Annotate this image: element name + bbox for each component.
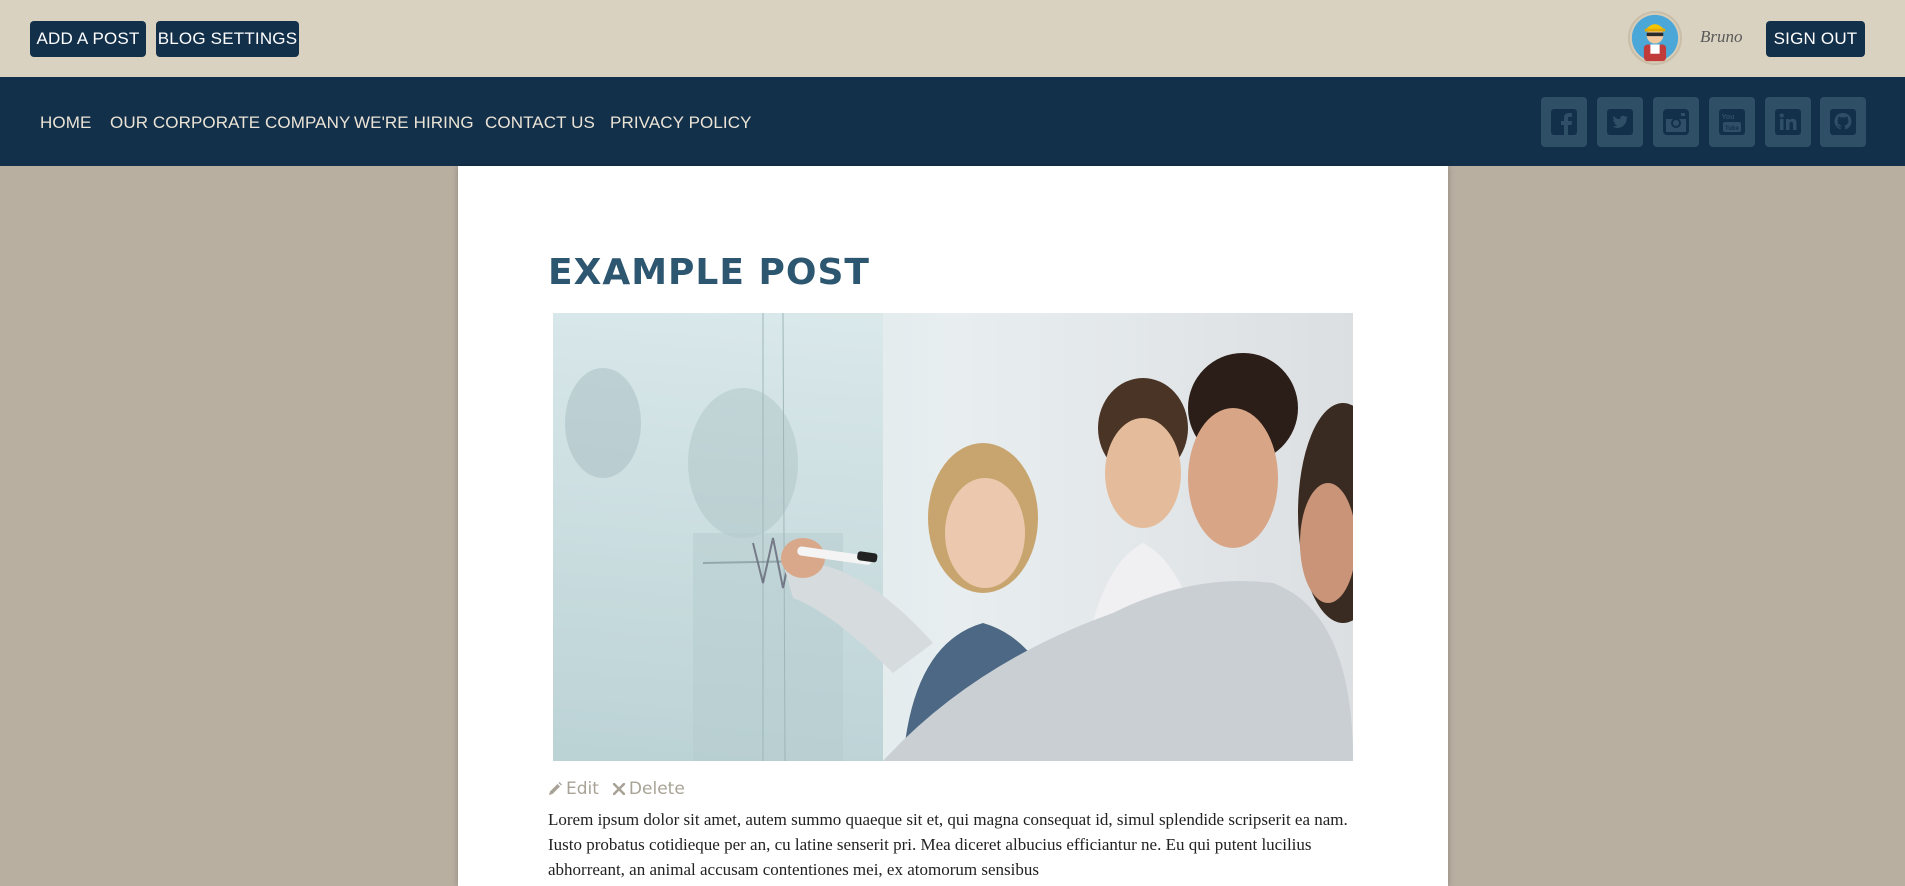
nav-item-contact[interactable]: CONTACT US (485, 113, 595, 133)
facebook-link[interactable] (1541, 97, 1587, 147)
instagram-icon (1663, 109, 1689, 135)
instagram-link[interactable] (1653, 97, 1699, 147)
post-actions: Edit Delete (548, 779, 685, 799)
main-navigation: HOME OUR CORPORATE COMPANY WE'RE HIRING … (0, 77, 1905, 166)
nav-item-privacy[interactable]: PRIVACY POLICY (610, 113, 752, 133)
edit-post-link[interactable]: Edit (548, 779, 599, 799)
post-card: EXAMPLE POST Edit Delete Lorem ipsum dol… (458, 166, 1448, 886)
nav-item-corporate-company[interactable]: OUR CORPORATE COMPANY (110, 113, 350, 133)
top-bar: ADD A POST BLOG SETTINGS Bruno SIGN OUT (0, 0, 1905, 77)
business-meeting-photo (553, 313, 1353, 761)
post-body: Lorem ipsum dolor sit amet, autem summo … (548, 810, 1348, 879)
nav-item-hiring[interactable]: WE'RE HIRING (354, 113, 474, 133)
user-avatar-icon (1631, 14, 1679, 62)
pencil-icon (549, 782, 562, 795)
github-icon (1830, 109, 1856, 135)
linkedin-icon (1775, 109, 1801, 135)
svg-text:Tube: Tube (1725, 126, 1740, 132)
facebook-icon (1551, 109, 1577, 135)
sign-out-button[interactable]: SIGN OUT (1766, 21, 1865, 57)
avatar[interactable] (1628, 11, 1682, 65)
post-title: EXAMPLE POST (548, 252, 870, 293)
post-image (553, 313, 1353, 761)
youtube-link[interactable]: Tube You (1709, 97, 1755, 147)
blog-settings-button[interactable]: BLOG SETTINGS (156, 21, 299, 57)
delete-label: Delete (628, 779, 685, 799)
svg-text:You: You (1722, 114, 1735, 121)
github-link[interactable] (1820, 97, 1866, 147)
youtube-icon: Tube You (1719, 109, 1745, 135)
close-icon (612, 783, 625, 795)
add-post-button[interactable]: ADD A POST (30, 21, 146, 57)
edit-label: Edit (566, 779, 599, 799)
delete-post-link[interactable]: Delete (612, 779, 685, 799)
twitter-link[interactable] (1597, 97, 1643, 147)
twitter-icon (1607, 109, 1633, 135)
username-label: Bruno (1700, 27, 1743, 46)
linkedin-link[interactable] (1765, 97, 1811, 147)
nav-item-home[interactable]: HOME (40, 113, 91, 133)
